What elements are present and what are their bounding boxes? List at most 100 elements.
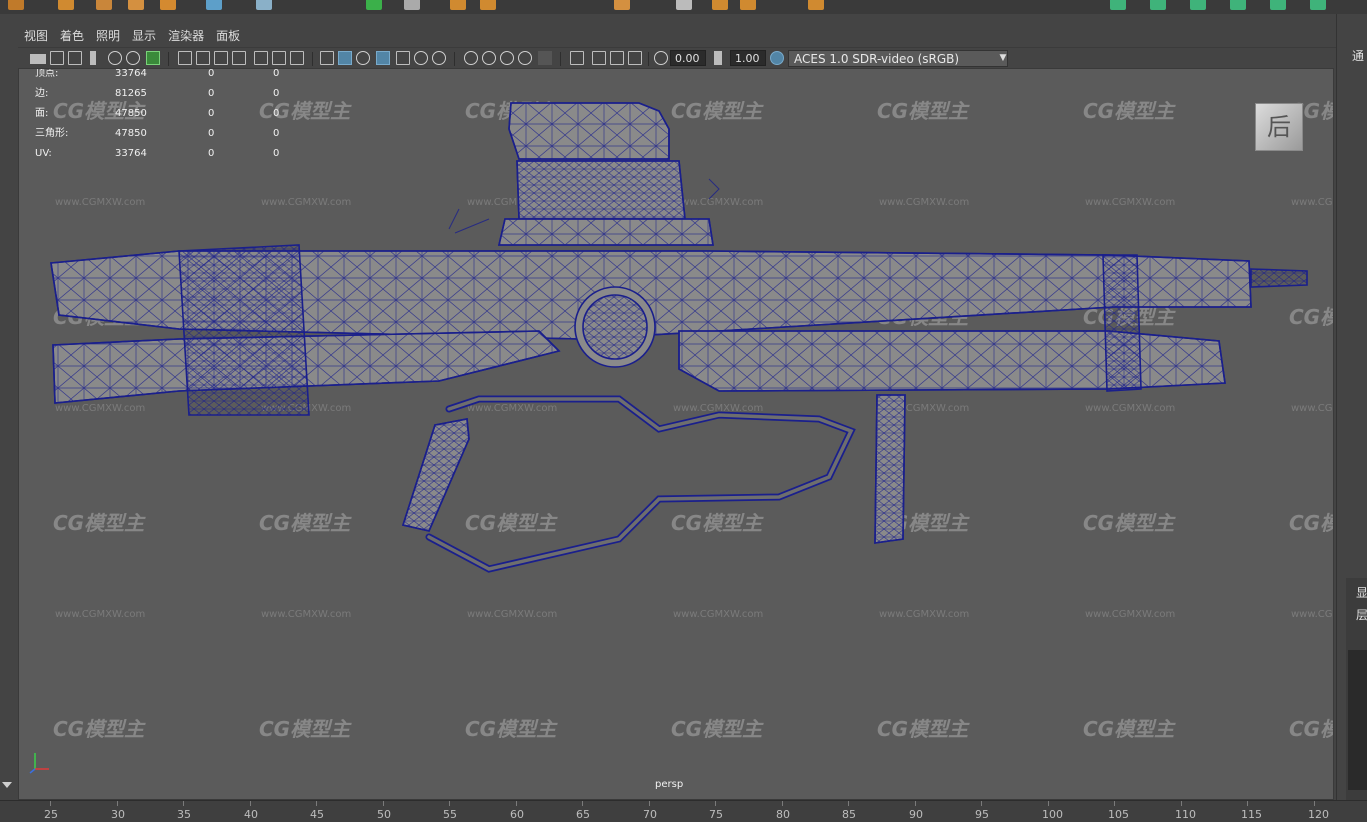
time-ruler-tick — [1048, 801, 1049, 806]
time-ruler-tick-label: 95 — [975, 808, 989, 821]
shelf-tool-icon[interactable] — [676, 0, 692, 10]
shelf-tool-icon[interactable] — [1150, 0, 1166, 10]
shelf-tool-icon[interactable] — [160, 0, 176, 10]
bookmark-icon[interactable] — [68, 51, 82, 65]
time-ruler-tick — [915, 801, 916, 806]
shelf-tool-icon[interactable] — [404, 0, 420, 10]
gamma-icon[interactable] — [714, 51, 722, 65]
shelf-tool-icon[interactable] — [740, 0, 756, 10]
menu-panels[interactable]: 面板 — [210, 26, 246, 46]
exposure-field[interactable]: 0.00 — [670, 50, 706, 66]
channel-box-tab[interactable]: 通 — [1352, 47, 1364, 64]
xray-active-icon[interactable] — [610, 51, 624, 65]
time-ruler-tick-label: 80 — [776, 808, 790, 821]
shelf-tool-icon[interactable] — [8, 0, 24, 10]
xray-joints-icon[interactable] — [592, 51, 606, 65]
shelf-tool-icon[interactable] — [366, 0, 382, 10]
gate-mask-icon[interactable] — [232, 51, 246, 65]
ambient-occlusion-icon[interactable] — [464, 51, 478, 65]
time-ruler-tick — [516, 801, 517, 806]
hud-row-faces: 面: 47850 0 0 — [35, 109, 295, 129]
exposure-icon[interactable] — [654, 51, 668, 65]
view-transform-dropdown[interactable]: ACES 1.0 SDR-video (sRGB) — [788, 50, 1008, 67]
motion-blur-icon[interactable] — [482, 51, 496, 65]
shelf-tool-icon[interactable] — [206, 0, 222, 10]
layer-tab[interactable]: 层 — [1356, 606, 1367, 623]
time-ruler-tick-label: 120 — [1308, 808, 1329, 821]
xray-icon[interactable] — [538, 51, 552, 65]
shelf-tool-icon[interactable] — [614, 0, 630, 10]
shelf-tool-icon[interactable] — [1110, 0, 1126, 10]
menu-show[interactable]: 显示 — [126, 26, 162, 46]
hud-label: 三角形: — [35, 128, 69, 139]
gamma-field[interactable]: 1.00 — [730, 50, 766, 66]
time-ruler-tick — [649, 801, 650, 806]
time-ruler-tick — [1114, 801, 1115, 806]
menu-shading[interactable]: 着色 — [54, 26, 90, 46]
hud-value: 0 — [273, 88, 280, 99]
hud-value: 0 — [273, 128, 280, 139]
time-ruler-tick — [250, 801, 251, 806]
camera-select-icon[interactable] — [30, 54, 46, 64]
shelf-tool-icon[interactable] — [256, 0, 272, 10]
shelf-tool-icon[interactable] — [808, 0, 824, 10]
hud-value: 33764 — [115, 68, 147, 79]
view-cube[interactable]: 后 — [1255, 103, 1303, 151]
image-plane-icon[interactable] — [90, 51, 96, 65]
textured-icon[interactable] — [396, 51, 410, 65]
wireframe-on-shaded-icon[interactable] — [376, 51, 390, 65]
perspective-viewport[interactable]: CG模型主www.CGMXW.comCG模型主www.CGMXW.comCG模型… — [18, 68, 1334, 800]
field-chart-icon[interactable] — [254, 51, 268, 65]
time-ruler-tick-label: 90 — [909, 808, 923, 821]
menu-view[interactable]: 视图 — [18, 26, 54, 46]
time-ruler-tick-label: 45 — [310, 808, 324, 821]
hud-value: 0 — [273, 148, 280, 159]
time-ruler-tick-label: 85 — [842, 808, 856, 821]
shelf-tool-icon[interactable] — [480, 0, 496, 10]
caret-down-icon[interactable] — [2, 782, 12, 788]
shelf-tool-icon[interactable] — [1230, 0, 1246, 10]
shelf-tool-icon[interactable] — [712, 0, 728, 10]
default-material-icon[interactable] — [356, 51, 370, 65]
shelf-tool-icon[interactable] — [58, 0, 74, 10]
grid-icon[interactable] — [178, 51, 192, 65]
layer-list[interactable] — [1348, 650, 1367, 790]
shadows-icon[interactable] — [432, 51, 446, 65]
smooth-shade-icon[interactable] — [338, 51, 352, 65]
shelf-tool-icon[interactable] — [1190, 0, 1206, 10]
time-ruler-tick-label: 100 — [1042, 808, 1063, 821]
time-ruler-tick-label: 50 — [377, 808, 391, 821]
wireframe-icon[interactable] — [320, 51, 334, 65]
hud-value: 0 — [273, 68, 280, 79]
anti-aliasing-icon[interactable] — [500, 51, 514, 65]
two-d-pan-icon[interactable] — [108, 51, 122, 65]
hud-row-edges: 边: 81265 0 0 — [35, 89, 295, 109]
time-slider[interactable]: 25 30 35 40 45 50 55 60 65 70 75 80 85 90 95 100 105 110 1… — [0, 800, 1367, 822]
hud-value: 81265 — [115, 88, 147, 99]
hud-icon[interactable] — [628, 51, 642, 65]
poly-count-hud: 顶点: 33764 0 0 边: 81265 0 0 面: 47850 0 0 … — [35, 69, 295, 169]
grease-pencil-icon[interactable] — [126, 51, 140, 65]
camera-attributes-icon[interactable] — [50, 51, 64, 65]
shelf-tool-icon[interactable] — [96, 0, 112, 10]
shelf-tool-icon[interactable] — [1270, 0, 1286, 10]
shelf-tool-icon[interactable] — [450, 0, 466, 10]
pencil-icon[interactable] — [146, 51, 160, 65]
isolate-select-icon[interactable] — [570, 51, 584, 65]
hud-row-vertices: 顶点: 33764 0 0 — [35, 69, 295, 89]
menu-renderer[interactable]: 渲染器 — [162, 26, 210, 46]
use-lights-icon[interactable] — [414, 51, 428, 65]
depth-of-field-icon[interactable] — [518, 51, 532, 65]
safe-action-icon[interactable] — [272, 51, 286, 65]
chevron-down-icon[interactable]: ▼ — [996, 50, 1010, 67]
film-gate-icon[interactable] — [196, 51, 210, 65]
color-management-icon[interactable] — [770, 51, 784, 65]
time-ruler-tick — [449, 801, 450, 806]
menu-lighting[interactable]: 照明 — [90, 26, 126, 46]
safe-title-icon[interactable] — [290, 51, 304, 65]
resolution-gate-icon[interactable] — [214, 51, 228, 65]
shelf-tool-icon[interactable] — [128, 0, 144, 10]
hud-label: 顶点: — [35, 68, 59, 79]
shelf-tool-icon[interactable] — [1310, 0, 1326, 10]
display-tab[interactable]: 显 — [1356, 584, 1367, 601]
